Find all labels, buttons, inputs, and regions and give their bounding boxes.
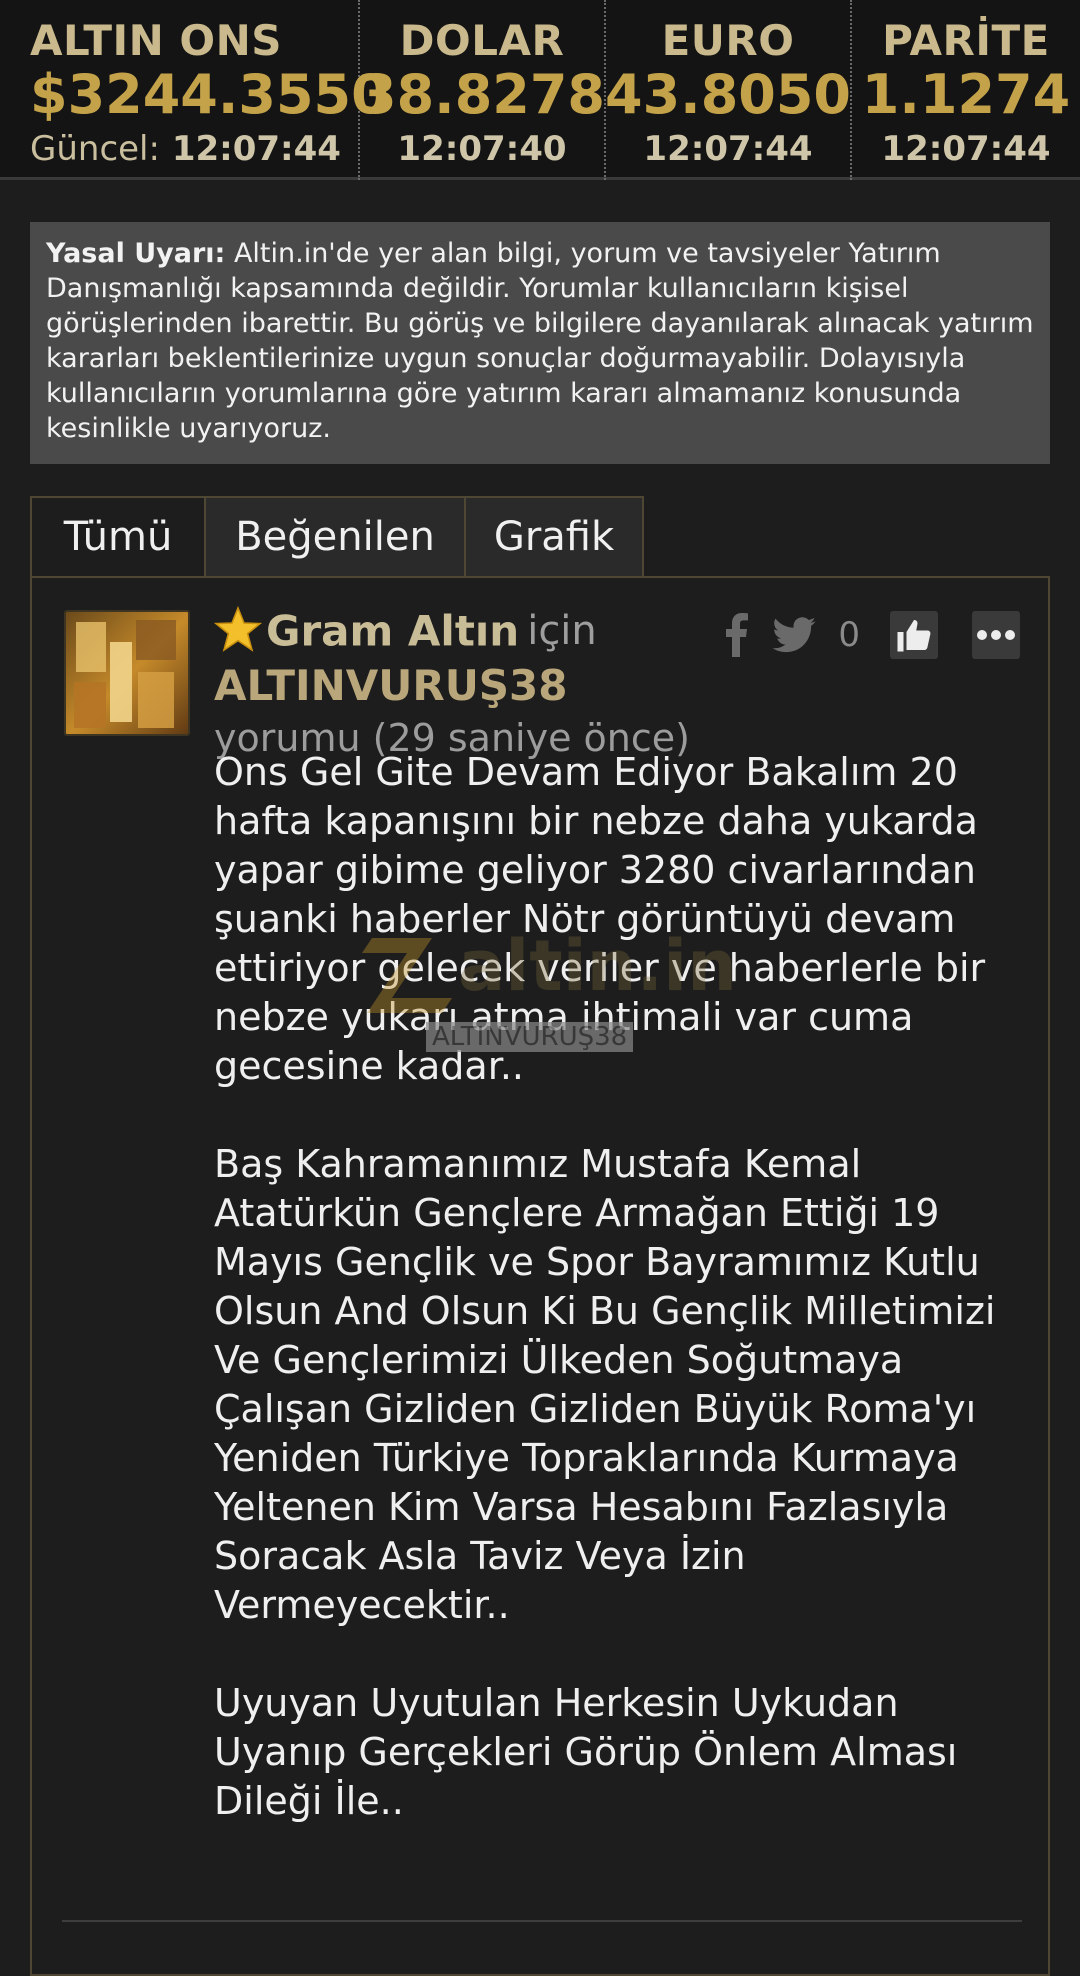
comment-paragraph: Baş Kahramanımız Mustafa Kemal Atatürkün… [214,1142,996,1627]
ticker-time: 12:07:40 [397,129,567,169]
comment-for-word: için [527,608,597,654]
comment-divider [62,1920,1022,1922]
ticker-time: 12:07:44 [643,129,813,169]
star-icon [213,605,263,656]
comment-panel: Gram Altın için ALTINVURUŞ38 yorumu (29 s… [30,576,1050,1976]
more-dots-icon[interactable] [972,611,1020,659]
ticker-value: $3244.3550 [30,63,389,126]
like-count: 0 [838,615,860,655]
facebook-icon[interactable] [722,611,752,659]
ticker-euro[interactable]: EURO 43.8050 12:07:44 [605,0,852,180]
ticker-name: ALTIN ONS [30,16,282,65]
avatar[interactable] [64,610,190,736]
comment-item-link[interactable]: Gram Altın [266,607,519,656]
ticker-time-label: Güncel: [30,129,160,169]
comment-subject-row: Gram Altın için [213,605,714,656]
comment-body: Ons Gel Gite Devam Ediyor Bakalım 20 haf… [214,748,1034,1875]
ticker-time: 12:07:44 [171,129,341,169]
tab-all[interactable]: Tümü [30,496,206,578]
comment-header: Gram Altın için ALTINVURUŞ38 yorumu (29 s… [213,605,714,764]
ticker-name: PARİTE [882,16,1050,65]
comment-actions: 0 [722,610,1020,660]
tab-liked[interactable]: Beğenilen [206,496,466,578]
ticker-value: 38.8278 [359,63,605,126]
ticker-parity[interactable]: PARİTE 1.1274 12:07:44 [852,0,1080,180]
comment-tabs: Tümü Beğenilen Grafik [30,496,644,578]
ticker-time: 12:07:44 [881,129,1051,169]
tab-graph[interactable]: Grafik [466,496,644,578]
twitter-icon[interactable] [772,613,816,657]
comment-username[interactable]: ALTINVURUŞ38 [214,660,714,712]
price-ticker: ALTIN ONS $3244.3550 Güncel: 12:07:44 DO… [0,0,1080,180]
ticker-value: 43.8050 [605,63,851,126]
thumbs-up-icon[interactable] [890,611,938,659]
ticker-name: EURO [661,16,795,65]
disclaimer-title: Yasal Uyarı: [46,238,226,269]
comment-paragraph: Uyuyan Uyutulan Herkesin Uykudan Uyanıp … [214,1681,958,1823]
ticker-name: DOLAR [399,16,565,65]
watermark-username: ALTINVURUŞ38 [426,1022,634,1052]
ticker-gold-ounce[interactable]: ALTIN ONS $3244.3550 Güncel: 12:07:44 [0,0,389,180]
ticker-dollar[interactable]: DOLAR 38.8278 12:07:40 [359,0,606,180]
legal-disclaimer: Yasal Uyarı: Altin.in'de yer alan bilgi,… [30,222,1050,464]
ticker-value: 1.1274 [861,63,1071,126]
ticker-time-row: Güncel: 12:07:44 [30,128,341,170]
